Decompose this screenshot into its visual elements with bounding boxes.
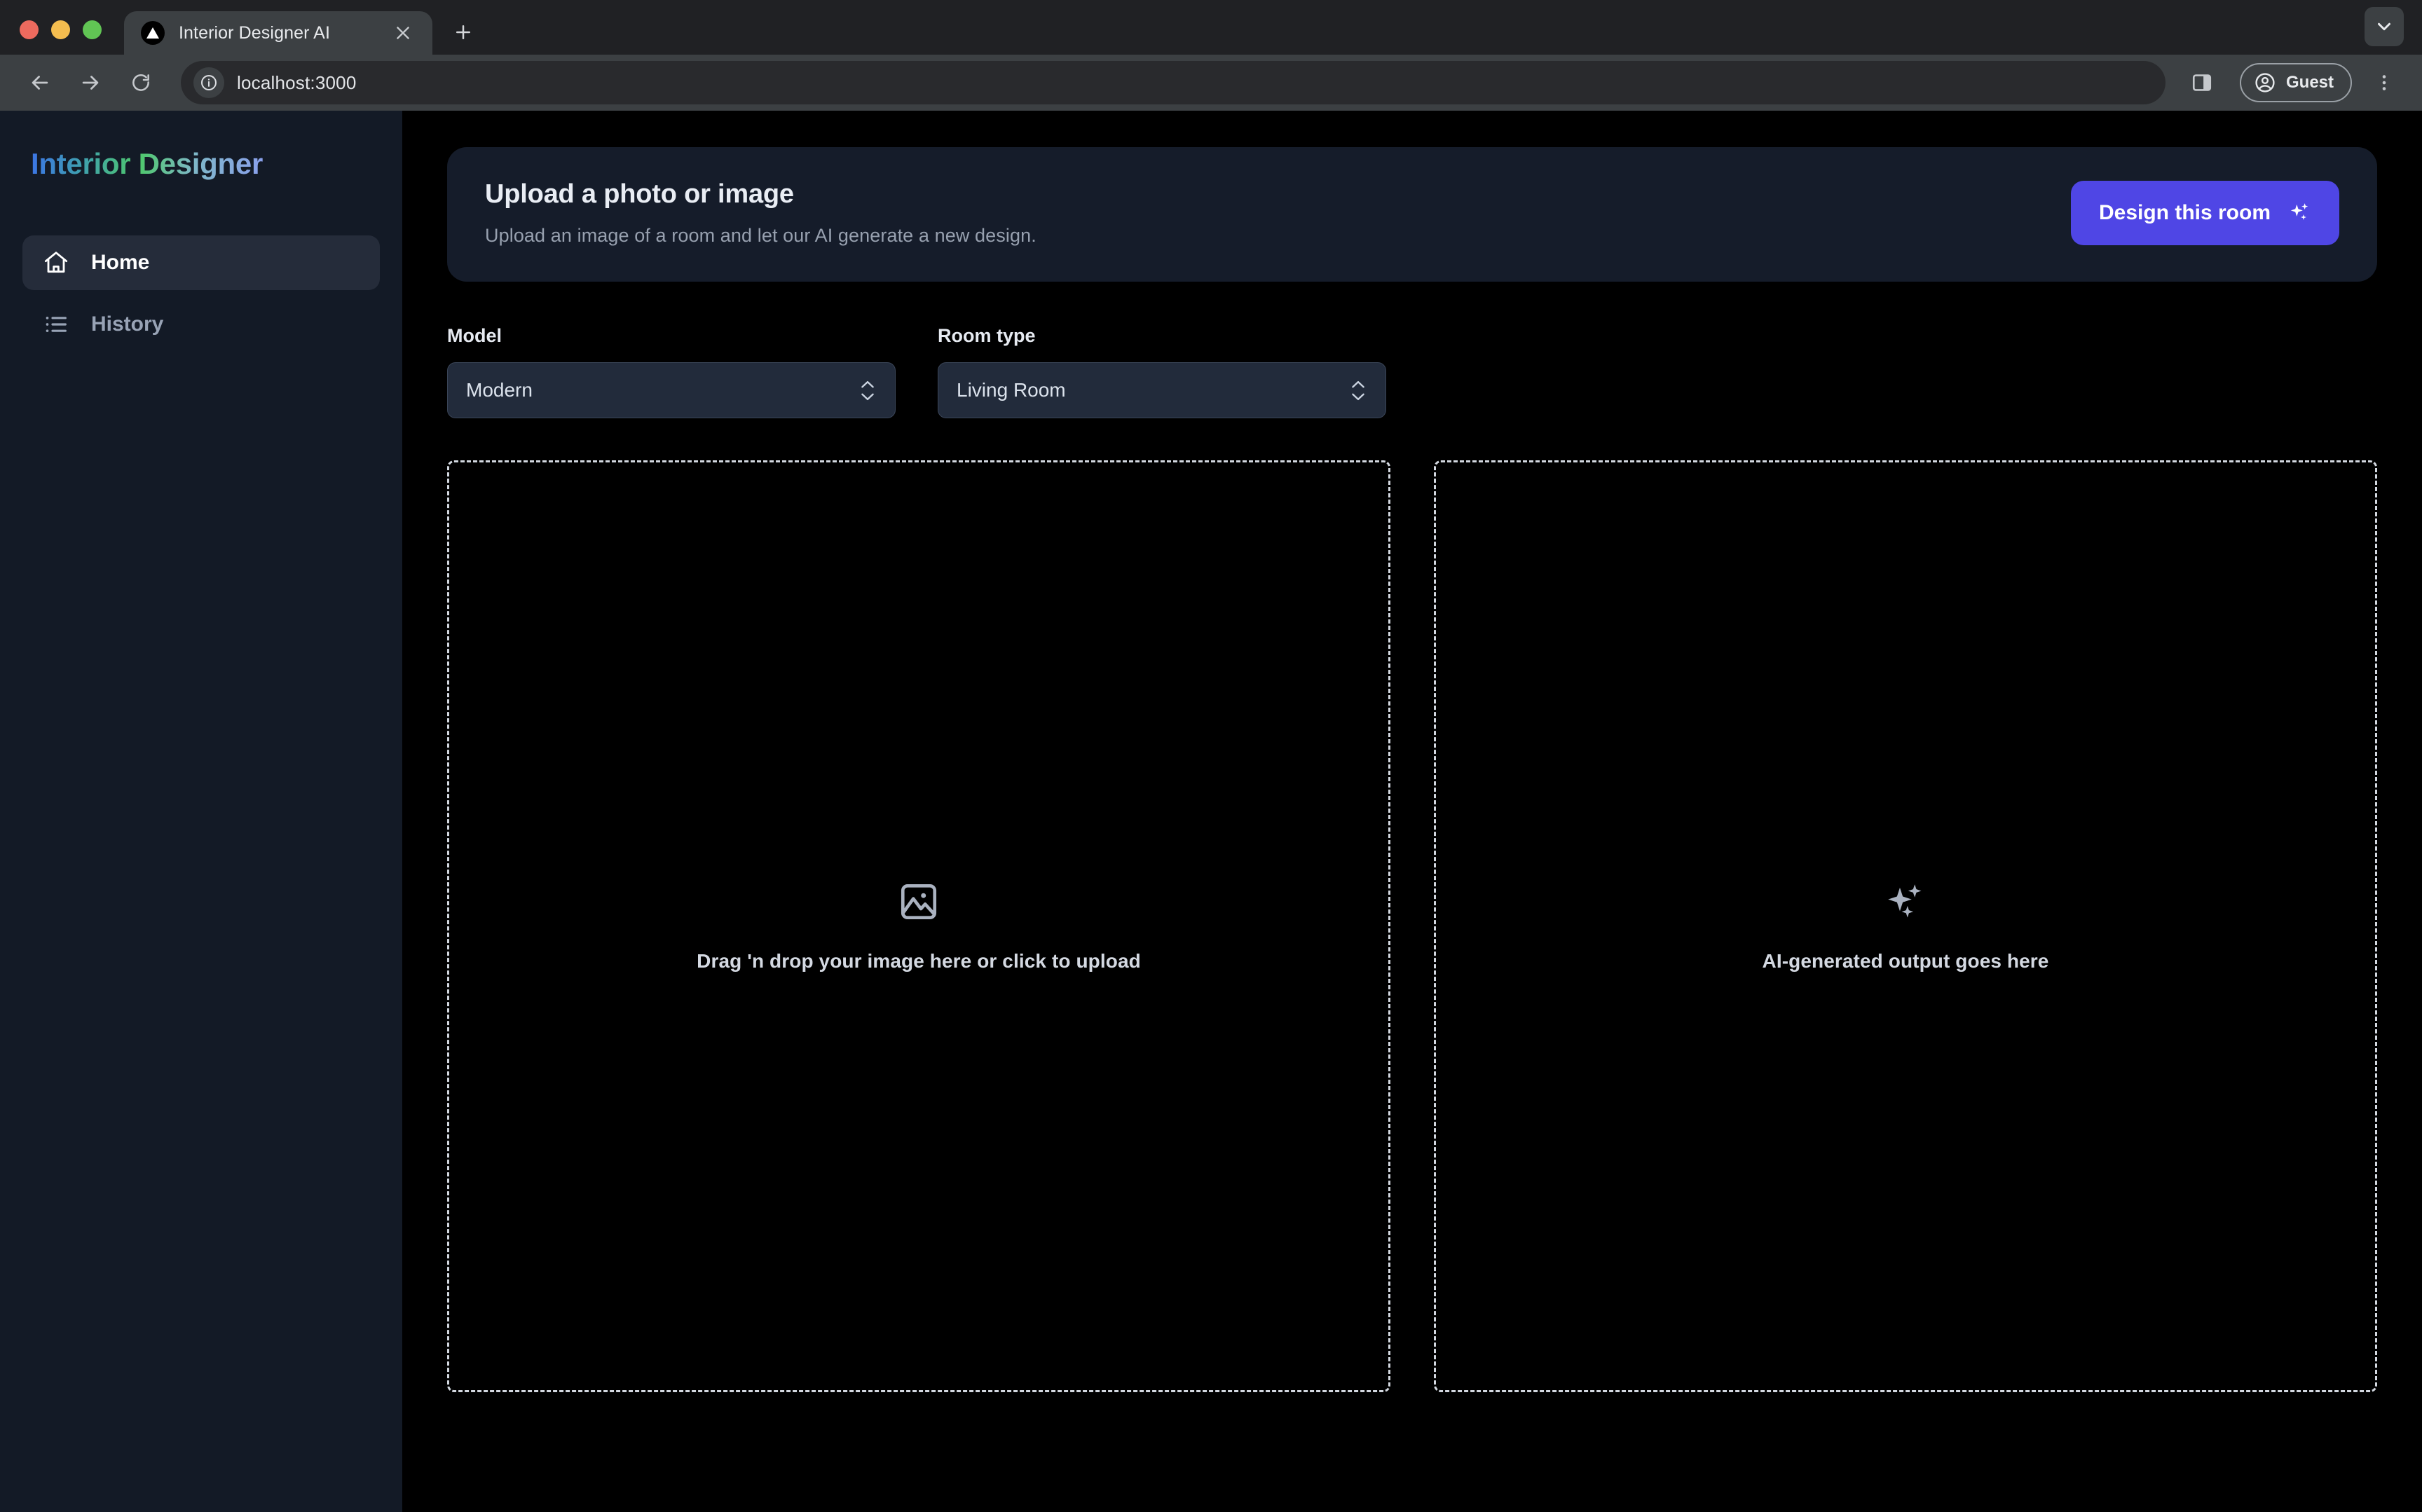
browser-tab[interactable]: Interior Designer AI bbox=[124, 11, 432, 55]
app-logo: Interior Designer bbox=[22, 147, 268, 185]
controls-row: Model Modern Room type Living Room bbox=[447, 325, 2377, 418]
side-panel-icon[interactable] bbox=[2182, 63, 2222, 102]
model-label: Model bbox=[447, 325, 502, 346]
window-traffic-lights bbox=[20, 20, 102, 55]
maximize-window-button[interactable] bbox=[83, 20, 102, 39]
main-area: Upload a photo or image Upload an image … bbox=[402, 111, 2422, 1512]
sidebar-nav: Home History bbox=[22, 235, 380, 352]
hero-text-block: Upload a photo or image Upload an image … bbox=[485, 179, 1036, 247]
chevron-up-down-icon bbox=[1349, 380, 1367, 401]
page-subtitle: Upload an image of a room and let our AI… bbox=[485, 225, 1036, 246]
info-circle-icon[interactable] bbox=[193, 67, 224, 98]
model-select-value: Modern bbox=[466, 379, 533, 401]
account-circle-icon bbox=[2254, 71, 2276, 94]
image-icon bbox=[897, 880, 940, 923]
address-bar[interactable]: localhost:3000 bbox=[181, 61, 2166, 104]
upload-dropzone-text: Drag 'n drop your image here or click to… bbox=[697, 950, 1141, 972]
design-this-room-button[interactable]: Design this room bbox=[2070, 181, 2339, 245]
room-type-field: Room type Living Room bbox=[938, 325, 1386, 418]
model-select[interactable]: Modern bbox=[447, 362, 896, 418]
tab-title: Interior Designer AI bbox=[179, 22, 330, 43]
three-dots-vertical-icon[interactable] bbox=[2365, 63, 2404, 102]
sidebar-item-label: Home bbox=[91, 251, 150, 274]
vercel-triangle-icon bbox=[141, 21, 165, 45]
sidebar-item-history[interactable]: History bbox=[22, 297, 380, 352]
ai-output-panel[interactable]: AI-generated output goes here bbox=[1434, 460, 2377, 1392]
back-arrow-icon[interactable] bbox=[18, 61, 62, 104]
sidebar-item-home[interactable]: Home bbox=[22, 235, 380, 290]
panels-row: Drag 'n drop your image here or click to… bbox=[447, 460, 2377, 1392]
close-icon[interactable] bbox=[389, 19, 417, 47]
room-type-select[interactable]: Living Room bbox=[938, 362, 1386, 418]
profile-button[interactable]: Guest bbox=[2239, 63, 2352, 102]
room-type-select-value: Living Room bbox=[957, 379, 1066, 401]
sidebar-item-label: History bbox=[91, 312, 164, 336]
image-upload-dropzone[interactable]: Drag 'n drop your image here or click to… bbox=[447, 460, 1390, 1392]
close-window-button[interactable] bbox=[20, 20, 39, 39]
list-icon bbox=[41, 309, 71, 340]
url-text: localhost:3000 bbox=[237, 71, 357, 93]
forward-arrow-icon[interactable] bbox=[69, 61, 112, 104]
upload-hero-card: Upload a photo or image Upload an image … bbox=[447, 147, 2377, 282]
minimize-window-button[interactable] bbox=[51, 20, 70, 39]
sparkles-icon bbox=[1884, 880, 1927, 923]
home-icon bbox=[41, 247, 71, 278]
model-field: Model Modern bbox=[447, 325, 896, 418]
browser-window: Interior Designer AI localhost:3000 Gues… bbox=[0, 0, 2422, 1512]
profile-label: Guest bbox=[2285, 73, 2334, 92]
sidebar: Interior Designer Home History bbox=[0, 111, 402, 1512]
plus-icon[interactable] bbox=[444, 13, 483, 52]
ai-output-text: AI-generated output goes here bbox=[1762, 950, 2049, 972]
room-type-label: Room type bbox=[938, 325, 1036, 346]
chevron-down-icon[interactable] bbox=[2365, 7, 2404, 46]
browser-toolbar: localhost:3000 Guest bbox=[0, 55, 2422, 111]
reload-icon[interactable] bbox=[119, 61, 163, 104]
tab-strip: Interior Designer AI bbox=[0, 0, 2422, 55]
design-button-label: Design this room bbox=[2098, 201, 2271, 224]
chevron-up-down-icon bbox=[858, 380, 877, 401]
page-title: Upload a photo or image bbox=[485, 179, 794, 209]
sparkles-icon bbox=[2287, 201, 2311, 225]
page-content: Interior Designer Home History Upload a … bbox=[0, 111, 2422, 1512]
